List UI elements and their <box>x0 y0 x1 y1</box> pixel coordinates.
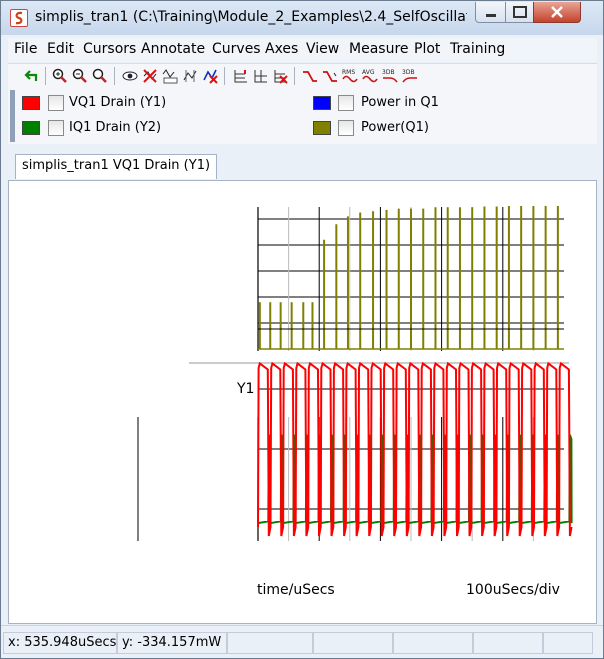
x-division-label: 100uSecs/div <box>466 582 560 598</box>
toolbar: RMS AVG 3DB 3DB <box>8 63 597 88</box>
delete-axis-icon[interactable] <box>272 68 288 84</box>
power-graph[interactable] <box>189 206 569 364</box>
measure-fall-icon[interactable] <box>322 68 338 84</box>
legend-label-power-q1[interactable]: Power(Q1) <box>361 120 429 135</box>
close-button[interactable] <box>533 2 581 23</box>
legend-swatch-vq1[interactable] <box>22 96 40 110</box>
waveform-viewer[interactable]: Y1 time/uSecs 100uSecs/div <box>8 180 597 624</box>
menu-cursors[interactable]: Cursors <box>83 41 136 57</box>
toolbar-separator <box>114 67 115 85</box>
menu-annotate[interactable]: Annotate <box>141 41 205 57</box>
menu-measure[interactable]: Measure <box>349 41 409 57</box>
zoom-fit-icon[interactable] <box>92 68 108 84</box>
legend-swatch-iq1[interactable] <box>22 121 40 135</box>
legend-swatch-power-q1[interactable] <box>313 121 331 135</box>
zoom-in-icon[interactable] <box>52 68 68 84</box>
legend-swatch-power-in-q1[interactable] <box>313 96 331 110</box>
rename-curve-icon[interactable] <box>162 68 178 84</box>
voltage-current-graph[interactable] <box>137 328 573 541</box>
zoom-out-icon[interactable] <box>72 68 88 84</box>
show-all-curves-icon[interactable] <box>122 68 138 84</box>
legend-checkbox-vq1[interactable] <box>48 95 64 111</box>
minimize-button[interactable] <box>475 2 507 23</box>
legend-label-iq1[interactable]: IQ1 Drain (Y2) <box>69 120 161 135</box>
move-curve-icon[interactable] <box>182 68 198 84</box>
menu-edit[interactable]: Edit <box>47 41 74 57</box>
measure-rms-icon[interactable]: RMS <box>342 68 358 84</box>
measure-3db-high-icon[interactable]: 3DB <box>402 68 418 84</box>
hide-curve-icon[interactable] <box>142 68 158 84</box>
cursor-y-readout: y: -334.157mW <box>117 632 227 654</box>
x-axis-label: time/uSecs <box>257 582 335 598</box>
menu-axes[interactable]: Axes <box>265 41 298 57</box>
status-panel-3 <box>227 632 313 654</box>
toolbar-separator <box>224 67 225 85</box>
menu-training[interactable]: Training <box>450 41 505 57</box>
tab-strip: simplis_tran1 VQ1 Drain (Y1) <box>8 148 597 180</box>
legend-label-vq1[interactable]: VQ1 Drain (Y1) <box>69 95 166 110</box>
minimize-icon <box>486 14 496 17</box>
measure-3db-low-icon[interactable]: 3DB <box>382 68 398 84</box>
status-panel-7 <box>543 632 593 654</box>
3db-label: 3DB <box>382 69 395 76</box>
window-title: simplis_tran1 (C:\Training\Module_2_Exam… <box>35 9 467 25</box>
maximize-button[interactable] <box>505 2 535 23</box>
measure-rise-icon[interactable] <box>302 68 318 84</box>
status-panel-6 <box>473 632 543 654</box>
title-bar[interactable]: simplis_tran1 (C:\Training\Module_2_Exam… <box>1 1 603 35</box>
avg-label: AVG <box>362 69 375 76</box>
menu-bar: File Edit Cursors Annotate Curves Axes V… <box>8 38 597 62</box>
y1-axis-marker: Y1 <box>236 381 254 397</box>
menu-file[interactable]: File <box>14 41 37 57</box>
menu-curves[interactable]: Curves <box>212 41 261 57</box>
add-axis-icon[interactable] <box>232 68 248 84</box>
legend-label-power-in-q1[interactable]: Power in Q1 <box>361 95 439 110</box>
status-panel-4 <box>313 632 393 654</box>
cursor-x-readout: x: 535.948uSecs <box>3 632 117 654</box>
legend-checkbox-iq1[interactable] <box>48 120 64 136</box>
add-grid-icon[interactable] <box>252 68 268 84</box>
status-bar: x: 535.948uSecs y: -334.157mW <box>1 625 603 658</box>
app-window: simplis_tran1 (C:\Training\Module_2_Exam… <box>0 0 604 659</box>
status-panel-5 <box>393 632 473 654</box>
rms-label: RMS <box>342 69 355 76</box>
toolbar-separator <box>45 67 46 85</box>
menu-plot[interactable]: Plot <box>414 41 440 57</box>
toolbar-separator <box>294 67 295 85</box>
delete-curve-icon[interactable] <box>202 68 218 84</box>
legend-checkbox-power-in-q1[interactable] <box>338 95 354 111</box>
undo-zoom-icon[interactable] <box>23 68 39 84</box>
simplis-logo-icon <box>10 9 28 27</box>
waveform-plot[interactable]: Y1 time/uSecs 100uSecs/div <box>9 181 596 623</box>
legend-checkbox-power-q1[interactable] <box>338 120 354 136</box>
tab-simplis-tran1[interactable]: simplis_tran1 VQ1 Drain (Y1) <box>15 154 218 179</box>
menu-view[interactable]: View <box>306 41 339 57</box>
close-icon <box>551 6 563 18</box>
measure-average-icon[interactable]: AVG <box>362 68 378 84</box>
maximize-icon <box>513 6 527 18</box>
3db-label: 3DB <box>402 69 415 76</box>
curve-legend: VQ1 Drain (Y1) IQ1 Drain (Y2) Power in Q… <box>8 88 597 144</box>
legend-grip[interactable] <box>10 90 15 142</box>
